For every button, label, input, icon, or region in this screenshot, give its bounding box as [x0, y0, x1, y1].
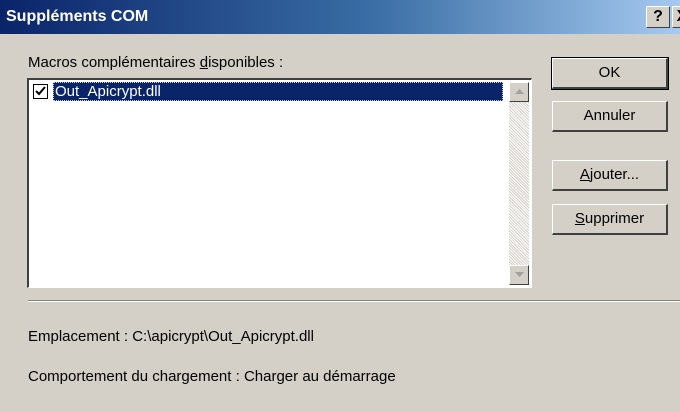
scroll-down-button[interactable]	[509, 265, 529, 285]
arrow-down-icon	[515, 272, 524, 277]
vertical-scrollbar[interactable]	[509, 82, 529, 285]
addin-name[interactable]: Out_Apicrypt.dll	[53, 82, 503, 101]
scroll-up-button[interactable]	[509, 82, 529, 102]
list-item[interactable]: Out_Apicrypt.dll	[31, 82, 506, 102]
remove-button[interactable]: Supprimer	[552, 204, 668, 235]
location-value: C:\apicrypt\Out_Apicrypt.dll	[132, 328, 314, 345]
checkmark-icon	[35, 86, 46, 96]
add-button-label: jouter...	[589, 166, 640, 183]
addins-listbox[interactable]: Out_Apicrypt.dll	[27, 78, 532, 288]
location-row: Emplacement : C:\apicrypt\Out_Apicrypt.d…	[28, 328, 314, 345]
help-button[interactable]: ?	[646, 6, 670, 28]
available-addins-label: Macros complémentaires disponibles :	[28, 54, 283, 71]
available-addins-label-text: Macros complémentaires	[28, 54, 200, 71]
load-behavior-row: Comportement du chargement : Charger au …	[28, 368, 396, 385]
arrow-up-icon	[515, 89, 524, 94]
addin-checkbox[interactable]	[33, 84, 48, 99]
cancel-button[interactable]: Annuler	[552, 101, 668, 132]
close-button[interactable]: X	[672, 6, 680, 28]
separator	[28, 300, 680, 302]
title-bar[interactable]: Suppléments COM ? X	[0, 0, 680, 34]
location-label: Emplacement :	[28, 328, 129, 345]
available-addins-label-rest: isponibles :	[208, 54, 284, 71]
load-behavior-value: Charger au démarrage	[243, 368, 396, 385]
remove-button-accel: S	[574, 210, 585, 227]
available-addins-label-accel: d	[199, 54, 209, 71]
window-title: Suppléments COM	[6, 8, 149, 25]
ok-button[interactable]: OK	[551, 57, 669, 90]
add-button[interactable]: Ajouter...	[552, 160, 668, 191]
add-button-accel: A	[579, 166, 590, 183]
remove-button-label: upprimer	[584, 210, 645, 227]
load-behavior-label: Comportement du chargement :	[28, 368, 240, 385]
